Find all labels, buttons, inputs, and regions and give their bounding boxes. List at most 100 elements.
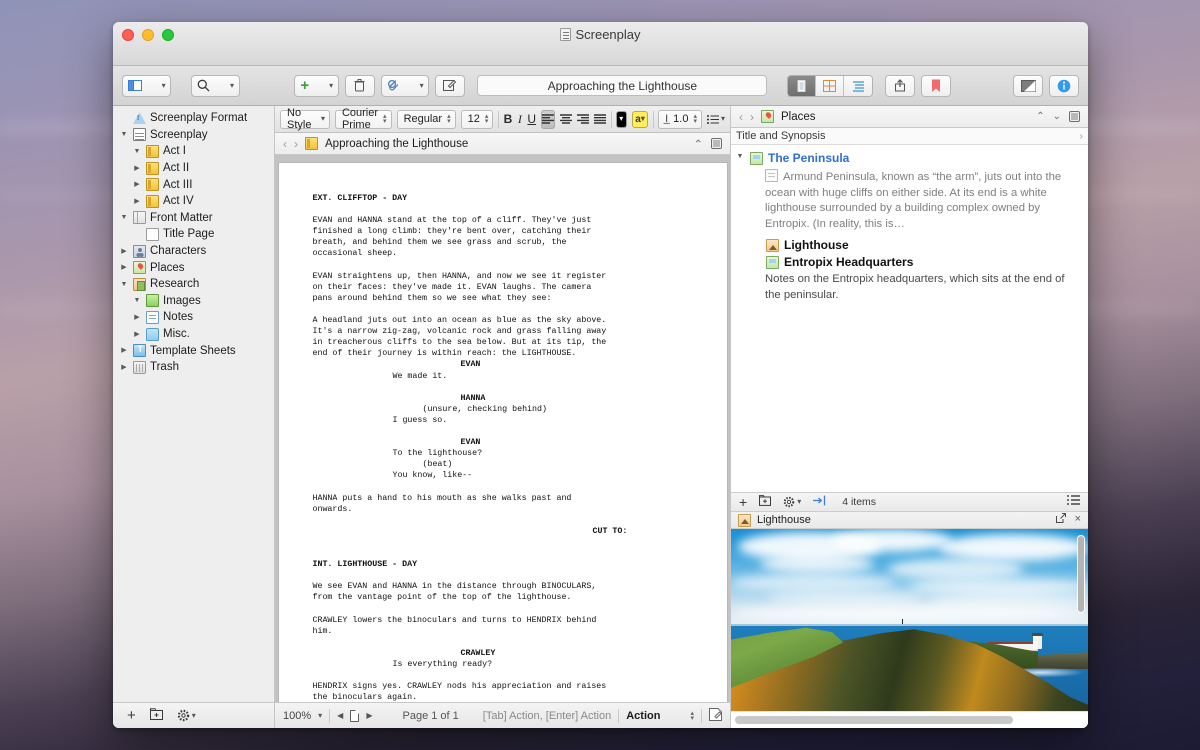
inspector-subheader-expand[interactable]: › xyxy=(1080,131,1083,142)
bold-button[interactable]: B xyxy=(504,110,513,129)
align-center-button[interactable] xyxy=(560,110,572,129)
disclosure-open-icon[interactable]: ▼ xyxy=(132,297,142,304)
inspector-add-button[interactable]: + xyxy=(739,495,747,509)
align-justify-button[interactable] xyxy=(594,110,606,129)
paperclip-icon[interactable] xyxy=(381,76,406,96)
synopsis-entry[interactable]: ▼The Peninsula xyxy=(735,151,1082,165)
scrollbar-thumb[interactable] xyxy=(1077,535,1085,613)
image-close-button[interactable]: × xyxy=(1075,513,1081,526)
disclosure-closed-icon[interactable]: ▶ xyxy=(119,264,129,271)
font-dropdown[interactable]: Courier Prime ▴▾ xyxy=(335,110,392,129)
composition-mode-button[interactable] xyxy=(1013,75,1043,97)
disclosure-closed-icon[interactable]: ▶ xyxy=(132,181,142,188)
sidebar-item-images[interactable]: ▼Images xyxy=(113,293,274,310)
image-popout-button[interactable] xyxy=(1056,513,1066,526)
sidebar-item-template-sheets[interactable]: ▶Template Sheets xyxy=(113,342,274,359)
italic-button[interactable]: I xyxy=(517,110,522,129)
binder-tree[interactable]: Screenplay Format▼Screenplay▼Act I▶Act I… xyxy=(113,106,274,702)
sidebar-item-screenplay-format[interactable]: Screenplay Format xyxy=(113,110,274,127)
disclosure-open-icon[interactable]: ▼ xyxy=(735,153,745,160)
compose-button[interactable] xyxy=(435,75,465,97)
script-mode-button[interactable] xyxy=(709,708,722,724)
sidebar-item-notes[interactable]: ▶Notes xyxy=(113,309,274,326)
view-layout-dropdown[interactable]: ▾ xyxy=(156,76,172,96)
plus-icon[interactable]: + xyxy=(294,76,315,96)
align-left-button[interactable] xyxy=(541,110,555,129)
inspector-up-button[interactable]: ⌃ xyxy=(1036,111,1044,122)
disclosure-closed-icon[interactable]: ▶ xyxy=(119,347,129,354)
align-right-button[interactable] xyxy=(577,110,589,129)
doc-forward-button[interactable]: › xyxy=(294,137,298,151)
binder-add-button[interactable]: + xyxy=(127,708,136,723)
document-title-field[interactable]: Approaching the Lighthouse xyxy=(477,75,767,96)
sidebar-item-trash[interactable]: ▶Trash xyxy=(113,359,274,376)
sidebar-item-places[interactable]: ▶Places xyxy=(113,259,274,276)
inspector-fullscreen-button[interactable] xyxy=(1069,111,1080,122)
view-mode-segmented-control[interactable] xyxy=(787,75,873,97)
binder-new-folder-button[interactable] xyxy=(150,708,163,723)
synopsis-list[interactable]: ▼The PeninsulaArmund Peninsula, known as… xyxy=(731,145,1088,492)
share-button[interactable] xyxy=(885,75,915,97)
inspector-list-view-button[interactable] xyxy=(1067,495,1080,508)
disclosure-closed-icon[interactable]: ▶ xyxy=(119,248,129,255)
panel-layout-icon[interactable] xyxy=(122,76,148,96)
disclosure-closed-icon[interactable]: ▶ xyxy=(119,364,129,371)
disclosure-closed-icon[interactable]: ▶ xyxy=(132,314,142,321)
font-size-stepper[interactable]: 12 ▴▾ xyxy=(461,110,494,129)
search-icon[interactable] xyxy=(191,76,216,96)
view-layout-button[interactable]: ▾ xyxy=(122,75,171,97)
search-dropdown[interactable]: ▾ xyxy=(224,76,240,96)
image-horizontal-scrollbar[interactable] xyxy=(731,711,1088,728)
inspector-button[interactable] xyxy=(1049,75,1079,97)
highlight-color-swatch[interactable]: a ▾ xyxy=(632,111,648,128)
bookmark-button[interactable] xyxy=(921,75,951,97)
add-button[interactable]: + ▾ xyxy=(294,75,338,97)
sidebar-item-act-i[interactable]: ▼Act I xyxy=(113,143,274,160)
disclosure-open-icon[interactable]: ▼ xyxy=(119,281,129,288)
view-mode-outline[interactable] xyxy=(844,76,872,96)
sidebar-item-research[interactable]: ▼Research xyxy=(113,276,274,293)
sidebar-item-screenplay[interactable]: ▼Screenplay xyxy=(113,127,274,144)
sidebar-item-act-iv[interactable]: ▶Act IV xyxy=(113,193,274,210)
zoom-dropdown[interactable]: ▾ xyxy=(318,712,322,720)
disclosure-closed-icon[interactable]: ▶ xyxy=(132,331,142,338)
page-prev-button[interactable]: ◀ xyxy=(337,711,343,720)
doc-back-button[interactable]: ‹ xyxy=(283,137,287,151)
doc-fullscreen-button[interactable] xyxy=(711,138,722,149)
sidebar-item-misc[interactable]: ▶Misc. xyxy=(113,326,274,343)
text-color-swatch[interactable]: ▾ xyxy=(616,111,627,128)
scrollbar-thumb[interactable] xyxy=(735,716,1013,724)
inspector-down-button[interactable]: ⌄ xyxy=(1053,111,1061,122)
list-button[interactable]: ▾ xyxy=(707,110,725,129)
disclosure-open-icon[interactable]: ▼ xyxy=(119,131,129,138)
inspector-new-folder-button[interactable] xyxy=(759,495,771,509)
disclosure-closed-icon[interactable]: ▶ xyxy=(132,165,142,172)
inspector-import-button[interactable] xyxy=(813,495,826,509)
doc-collapse-button[interactable]: ⌃ xyxy=(693,137,703,151)
sidebar-item-characters[interactable]: ▶Characters xyxy=(113,243,274,260)
inspector-settings-button[interactable]: ▾ xyxy=(783,496,801,508)
search-button[interactable]: ▾ xyxy=(191,75,239,97)
view-mode-corkboard[interactable] xyxy=(816,76,844,96)
image-vertical-scrollbar[interactable] xyxy=(1077,535,1085,706)
attach-button[interactable]: ▾ xyxy=(381,75,429,97)
disclosure-open-icon[interactable]: ▼ xyxy=(132,148,142,155)
binder-settings-button[interactable]: ▾ xyxy=(177,709,196,722)
inspector-back-button[interactable]: ‹ xyxy=(739,110,743,124)
sidebar-item-act-iii[interactable]: ▶Act III xyxy=(113,176,274,193)
synopsis-entry[interactable]: Lighthouse xyxy=(735,238,1082,252)
add-dropdown[interactable]: ▾ xyxy=(323,76,339,96)
sidebar-item-act-ii[interactable]: ▶Act II xyxy=(113,160,274,177)
font-weight-dropdown[interactable]: Regular ▴▾ xyxy=(397,110,456,129)
sidebar-item-front-matter[interactable]: ▼Front Matter xyxy=(113,210,274,227)
sidebar-item-title-page[interactable]: Title Page xyxy=(113,226,274,243)
synopsis-entry[interactable]: Entropix Headquarters xyxy=(735,255,1082,269)
attach-dropdown[interactable]: ▾ xyxy=(414,76,430,96)
disclosure-closed-icon[interactable]: ▶ xyxy=(132,198,142,205)
line-spacing-stepper[interactable]: I̲ 1.0 ▴▾ xyxy=(658,110,702,129)
view-mode-single[interactable] xyxy=(788,76,816,96)
style-dropdown[interactable]: No Style ▾ xyxy=(280,110,330,129)
underline-button[interactable]: U xyxy=(527,110,536,129)
page-next-button[interactable]: ▶ xyxy=(366,711,372,720)
element-type-stepper[interactable]: ▴▾ xyxy=(691,711,695,721)
